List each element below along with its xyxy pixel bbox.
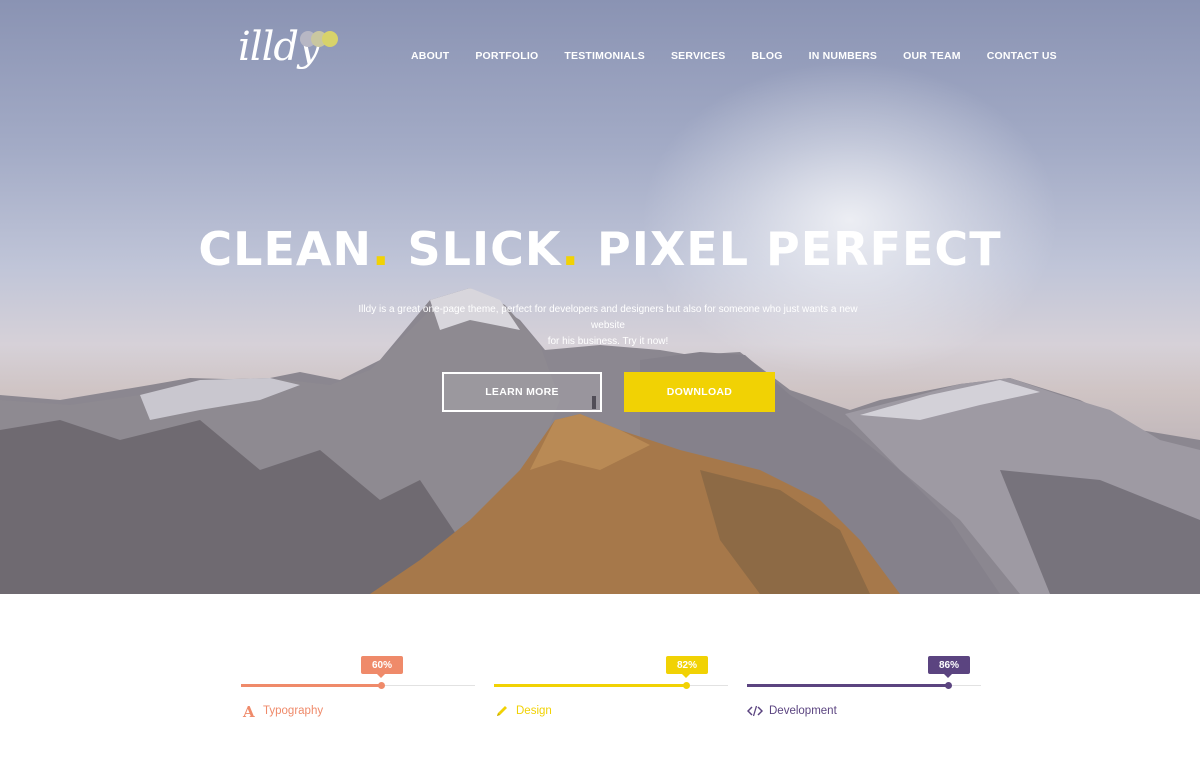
headline-dot: .	[372, 222, 391, 276]
hero-subtext-line: for his business. Try it now!	[547, 336, 669, 347]
svg-text:A: A	[242, 704, 255, 718]
skill-progress-fill	[494, 684, 686, 687]
nav-item-services[interactable]: SERVICES	[671, 50, 726, 66]
main-nav: ABOUT PORTFOLIO TESTIMONIALS SERVICES BL…	[398, 50, 1083, 66]
code-icon	[747, 703, 763, 719]
nav-item-blog[interactable]: BLOG	[751, 50, 782, 66]
skill-name: Development	[769, 705, 837, 717]
hero-subtext-line: Illdy is a great one-page theme, perfect…	[358, 304, 858, 331]
hero-headline: CLEAN. SLICK. PIXEL PERFECT	[0, 222, 1200, 276]
nav-item-portfolio[interactable]: PORTFOLIO	[475, 50, 538, 66]
skill-percent-badge: 82%	[666, 656, 708, 678]
nav-item-testimonials[interactable]: TESTIMONIALS	[564, 50, 645, 66]
skill-label: Development	[747, 703, 837, 719]
nav-item-contact-us[interactable]: CONTACT US	[987, 50, 1057, 66]
skill-progress-fill	[747, 684, 948, 687]
hero-subtext: Illdy is a great one-page theme, perfect…	[350, 302, 866, 350]
headline-dot: .	[561, 222, 580, 276]
headline-word: CLEAN	[198, 222, 373, 276]
logo-dot	[322, 31, 338, 47]
skill-progress-fill	[241, 684, 381, 687]
skill-label: A Typography	[241, 703, 323, 719]
skill-progress-knob	[683, 682, 690, 689]
hero-section: illdy ABOUT PORTFOLIO TESTIMONIALS SERVI…	[0, 0, 1200, 594]
skill-progress-knob	[378, 682, 385, 689]
skill-name: Design	[516, 705, 552, 717]
font-icon: A	[241, 703, 257, 719]
skill-progress-knob	[945, 682, 952, 689]
skill-development: 86% Development	[747, 654, 981, 724]
skill-name: Typography	[263, 705, 324, 717]
skill-percent-badge: 86%	[928, 656, 970, 678]
download-button[interactable]: DOWNLOAD	[624, 372, 775, 412]
skill-design: 82% Design	[494, 654, 728, 724]
headline-word: SLICK	[390, 222, 562, 276]
headline-word: PIXEL PERFECT	[579, 222, 1002, 276]
skill-label: Design	[494, 703, 552, 719]
nav-item-our-team[interactable]: OUR TEAM	[903, 50, 961, 66]
learn-more-button[interactable]: LEARN MORE	[442, 372, 602, 412]
logo-dots	[300, 31, 340, 47]
skill-typography: 60% A Typography	[241, 654, 475, 724]
pencil-icon	[494, 703, 510, 719]
site-logo[interactable]: illdy	[238, 22, 348, 82]
skill-percent-badge: 60%	[361, 656, 403, 678]
nav-item-in-numbers[interactable]: IN NUMBERS	[809, 50, 878, 66]
nav-item-about[interactable]: ABOUT	[411, 50, 449, 66]
